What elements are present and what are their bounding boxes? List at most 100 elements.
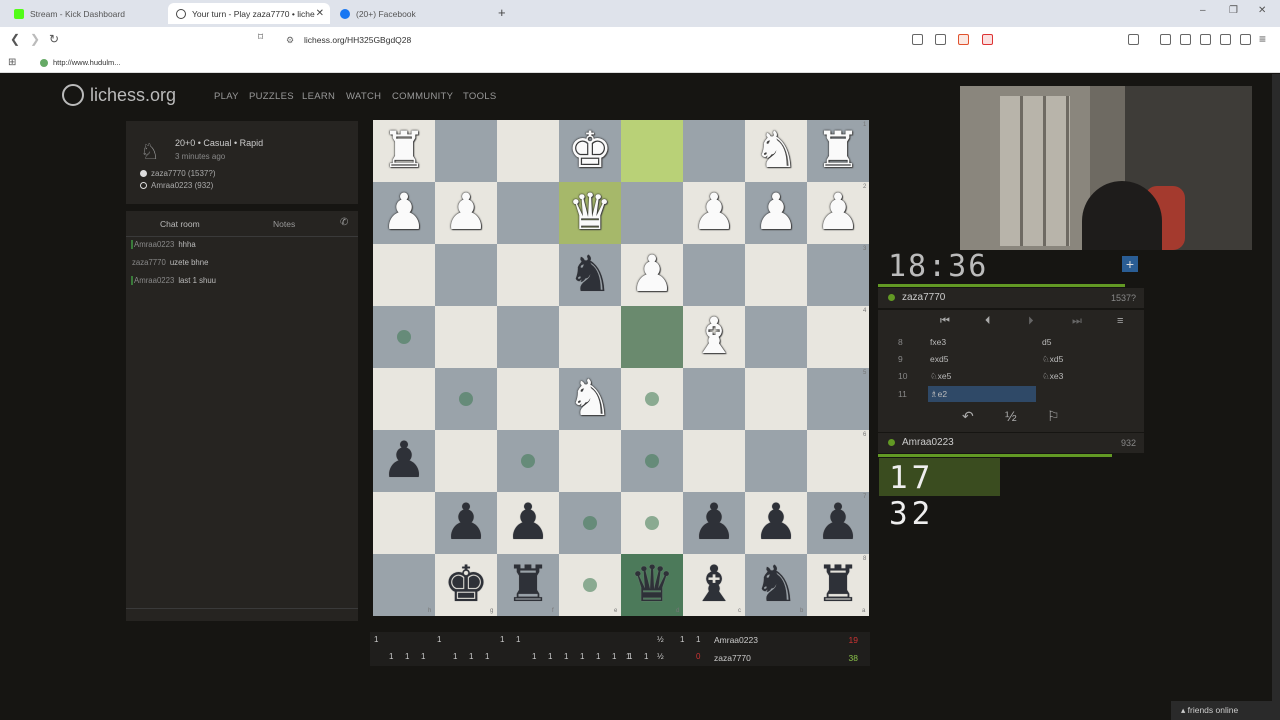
board-square[interactable] [435, 306, 497, 368]
crosstable-cell[interactable]: 1 [680, 635, 684, 644]
chess-piece[interactable]: ♟ [621, 244, 683, 306]
crosstable-cell[interactable]: 1 [500, 635, 504, 644]
crosstable-cell[interactable]: 0 [696, 652, 700, 661]
crosstable-cell[interactable]: 1 [405, 652, 409, 661]
crosstable-cell[interactable]: 1 [564, 652, 568, 661]
crosstable-cell[interactable]: 1 [421, 652, 425, 661]
board-square[interactable] [435, 430, 497, 492]
friends-online-button[interactable]: ▴ friends online [1171, 701, 1272, 720]
chess-piece[interactable]: ♝ [683, 306, 745, 368]
tab-kick-dashboard[interactable]: Stream - Kick Dashboard [6, 3, 166, 24]
tab-chat-room[interactable]: Chat room [160, 219, 200, 229]
chess-piece[interactable]: ♞ [745, 554, 807, 616]
cast-icon[interactable] [912, 34, 923, 45]
chess-piece[interactable]: ♟ [745, 492, 807, 554]
crosstable-cell[interactable]: 1 [516, 635, 520, 644]
board-square[interactable] [807, 368, 869, 430]
crosstable-cell[interactable]: 1 [644, 652, 648, 661]
board-square[interactable] [559, 306, 621, 368]
tab-lichess[interactable]: Your turn - Play zaza7770 • liche ✕ [168, 3, 330, 24]
lichess-logo[interactable]: lichess.org [62, 84, 176, 106]
board-square[interactable] [807, 306, 869, 368]
board-square[interactable] [621, 120, 683, 182]
leo-icon[interactable] [1220, 34, 1231, 45]
offer-draw-button[interactable]: ½ [1005, 408, 1017, 424]
chess-piece[interactable]: ♚ [559, 120, 621, 182]
crosstable-cell[interactable]: 1 [453, 652, 457, 661]
board-square[interactable] [683, 244, 745, 306]
bookmark-icon[interactable]: ⌑ [258, 32, 263, 43]
nav-learn[interactable]: LEARN [302, 91, 335, 102]
crosstable-cell[interactable]: 1 [612, 652, 616, 661]
nav-community[interactable]: COMMUNITY [392, 91, 453, 102]
chess-piece[interactable]: ♟ [745, 182, 807, 244]
reading-list-icon[interactable] [1180, 34, 1191, 45]
crosstable-cell[interactable]: 1 [437, 635, 441, 644]
move-hint-dot[interactable] [645, 454, 659, 468]
window-close-icon[interactable]: ✕ [1258, 5, 1266, 16]
move-hint-dot[interactable] [645, 392, 659, 406]
next-move-icon[interactable]: ⏵ [1028, 315, 1034, 328]
chess-piece[interactable]: ♟ [807, 182, 869, 244]
black-player-link[interactable]: Amraa0223 (932) [140, 181, 213, 190]
chess-piece[interactable]: ♟ [373, 182, 435, 244]
close-icon[interactable]: ✕ [316, 8, 324, 19]
board-square[interactable] [745, 306, 807, 368]
board-square[interactable] [497, 244, 559, 306]
brave-shield-icon[interactable] [958, 34, 969, 45]
nav-play[interactable]: PLAY [214, 91, 239, 102]
board-square[interactable] [621, 306, 683, 368]
move-hint-dot[interactable] [583, 516, 597, 530]
takeback-icon[interactable]: ↶ [962, 408, 974, 425]
page-scrollbar[interactable] [1272, 74, 1280, 720]
media-icon[interactable] [1160, 34, 1171, 45]
move-hint-dot[interactable] [459, 392, 473, 406]
chess-piece[interactable]: ♟ [435, 492, 497, 554]
white-player-link[interactable]: zaza7770 (1537?) [140, 169, 216, 178]
board-square[interactable] [683, 120, 745, 182]
chess-piece[interactable]: ♟ [683, 182, 745, 244]
url-input[interactable]: ⚙ lichess.org/HH325GBgdQ28 [278, 30, 998, 50]
chess-piece[interactable]: ♟ [807, 492, 869, 554]
crosstable-cell[interactable]: 1 [580, 652, 584, 661]
move-hint-dot[interactable] [645, 516, 659, 530]
board-square[interactable] [497, 182, 559, 244]
board-square[interactable] [683, 368, 745, 430]
site-info-icon[interactable]: ⚙ [286, 35, 294, 46]
chess-piece[interactable]: ♜ [807, 120, 869, 182]
chess-board[interactable]: ♜ ♚ ♞ ♜ ♟ ♟ ♛ ♟ ♟ ♟ ♞ ♟ ♝ ♞ ♟ ♟ ♟ ♟ ♟ ♟ ♚ ♜ ♛ ♝ ♞ ♜ h g f e d c b a 1 2 3 4 5 6… [373, 120, 869, 616]
resign-flag-icon[interactable]: ⚐ [1047, 408, 1060, 425]
board-square[interactable] [435, 244, 497, 306]
rewards-icon[interactable] [982, 34, 993, 45]
apps-grid-icon[interactable]: ⊞ [8, 57, 16, 68]
chess-piece[interactable]: ♟ [373, 430, 435, 492]
prev-move-icon[interactable]: ⏴ [985, 315, 991, 328]
board-square[interactable] [807, 430, 869, 492]
board-square[interactable] [497, 120, 559, 182]
bookmark-item[interactable]: http://www.hudulm... [40, 58, 121, 67]
board-square[interactable] [559, 430, 621, 492]
menu-icon[interactable]: ≡ [1117, 315, 1123, 327]
chess-piece[interactable]: ♝ [683, 554, 745, 616]
forward-icon[interactable]: ❯ [30, 32, 40, 46]
minimize-icon[interactable]: – [1200, 5, 1206, 16]
board-square[interactable] [683, 430, 745, 492]
reload-icon[interactable]: ↻ [49, 32, 59, 46]
chess-piece[interactable]: ♟ [435, 182, 497, 244]
crosstable-cell[interactable]: 1 [596, 652, 600, 661]
back-icon[interactable]: ❮ [10, 32, 20, 46]
nav-watch[interactable]: WATCH [346, 91, 381, 102]
board-square[interactable] [497, 306, 559, 368]
chess-piece[interactable]: ♟ [683, 492, 745, 554]
vpn-icon[interactable] [1240, 34, 1251, 45]
board-square[interactable] [373, 368, 435, 430]
board-square[interactable] [373, 244, 435, 306]
chess-piece[interactable]: ♟ [497, 492, 559, 554]
chess-piece[interactable]: ♞ [745, 120, 807, 182]
crosstable-player[interactable]: Amraa0223 [714, 635, 758, 645]
chess-piece[interactable]: ♛ [559, 182, 621, 244]
tab-notes[interactable]: Notes [273, 219, 295, 229]
chess-piece[interactable]: ♚ [435, 554, 497, 616]
first-move-icon[interactable]: ⏮ [940, 315, 950, 328]
board-square[interactable] [745, 244, 807, 306]
